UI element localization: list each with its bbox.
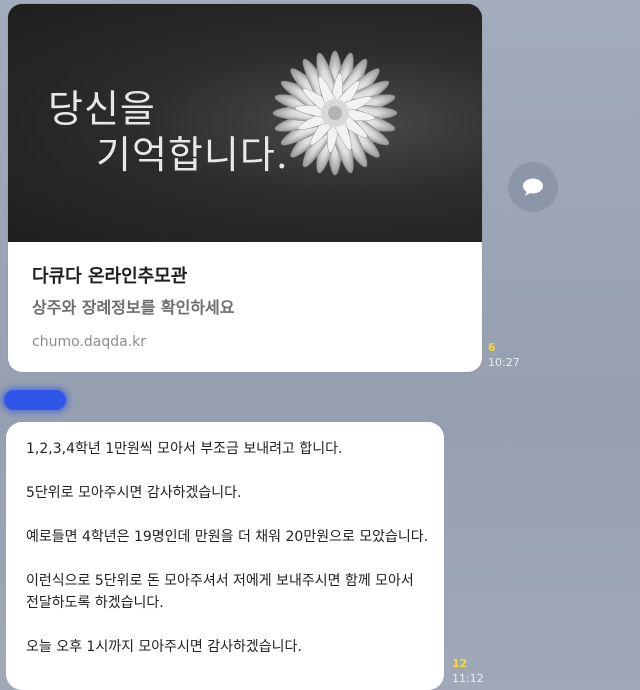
message-line: 이런식으로 5단위로 돈 모아주셔서 저에게 보내주시면 함께 모아서 (26, 573, 414, 589)
link-preview-card[interactable]: 당신을 기억합니다. 다큐다 온라인추모관 상주와 장례정보를 확인하세요 ch… (8, 4, 482, 372)
message-line: 전달하도록 하겠습니다. (26, 595, 164, 611)
message-line: 예로들면 4학년은 19명인데 만원을 더 채워 20만원으로 모았습니다. (26, 529, 429, 545)
message-line: 5단위로 모아주시면 감사하겠습니다. (26, 485, 242, 501)
link-preview-domain: chumo.daqda.kr (32, 334, 146, 350)
message-line: 오늘 오후 1시까지 모아주시면 감사하겠습니다. (26, 639, 302, 655)
speech-bubble-icon (523, 178, 543, 196)
link-preview-headline: 당신을 기억합니다. (48, 86, 289, 178)
headline-line-1: 당신을 (48, 87, 156, 131)
message-meta: 12 11:12 (452, 656, 484, 686)
message-time: 10:27 (488, 356, 520, 369)
headline-line-2: 기억합니다. (96, 133, 289, 177)
link-preview-image: 당신을 기억합니다. (8, 4, 482, 242)
message-time: 11:12 (452, 672, 484, 685)
link-preview-description: 상주와 장례정보를 확인하세요 (32, 298, 235, 317)
sender-name[interactable] (4, 390, 66, 410)
message-line: 1,2,3,4학년 1만원씩 모아서 부조금 보내려고 합니다. (26, 441, 343, 457)
message-bubble[interactable]: 1,2,3,4학년 1만원씩 모아서 부조금 보내려고 합니다. 5단위로 모아… (6, 422, 444, 690)
unread-count: 6 (488, 341, 496, 354)
link-preview-meta: 6 10:27 (488, 340, 520, 370)
unread-count: 12 (452, 657, 468, 670)
link-preview-title: 다큐다 온라인추모관 (32, 266, 188, 287)
share-button[interactable] (508, 162, 558, 212)
